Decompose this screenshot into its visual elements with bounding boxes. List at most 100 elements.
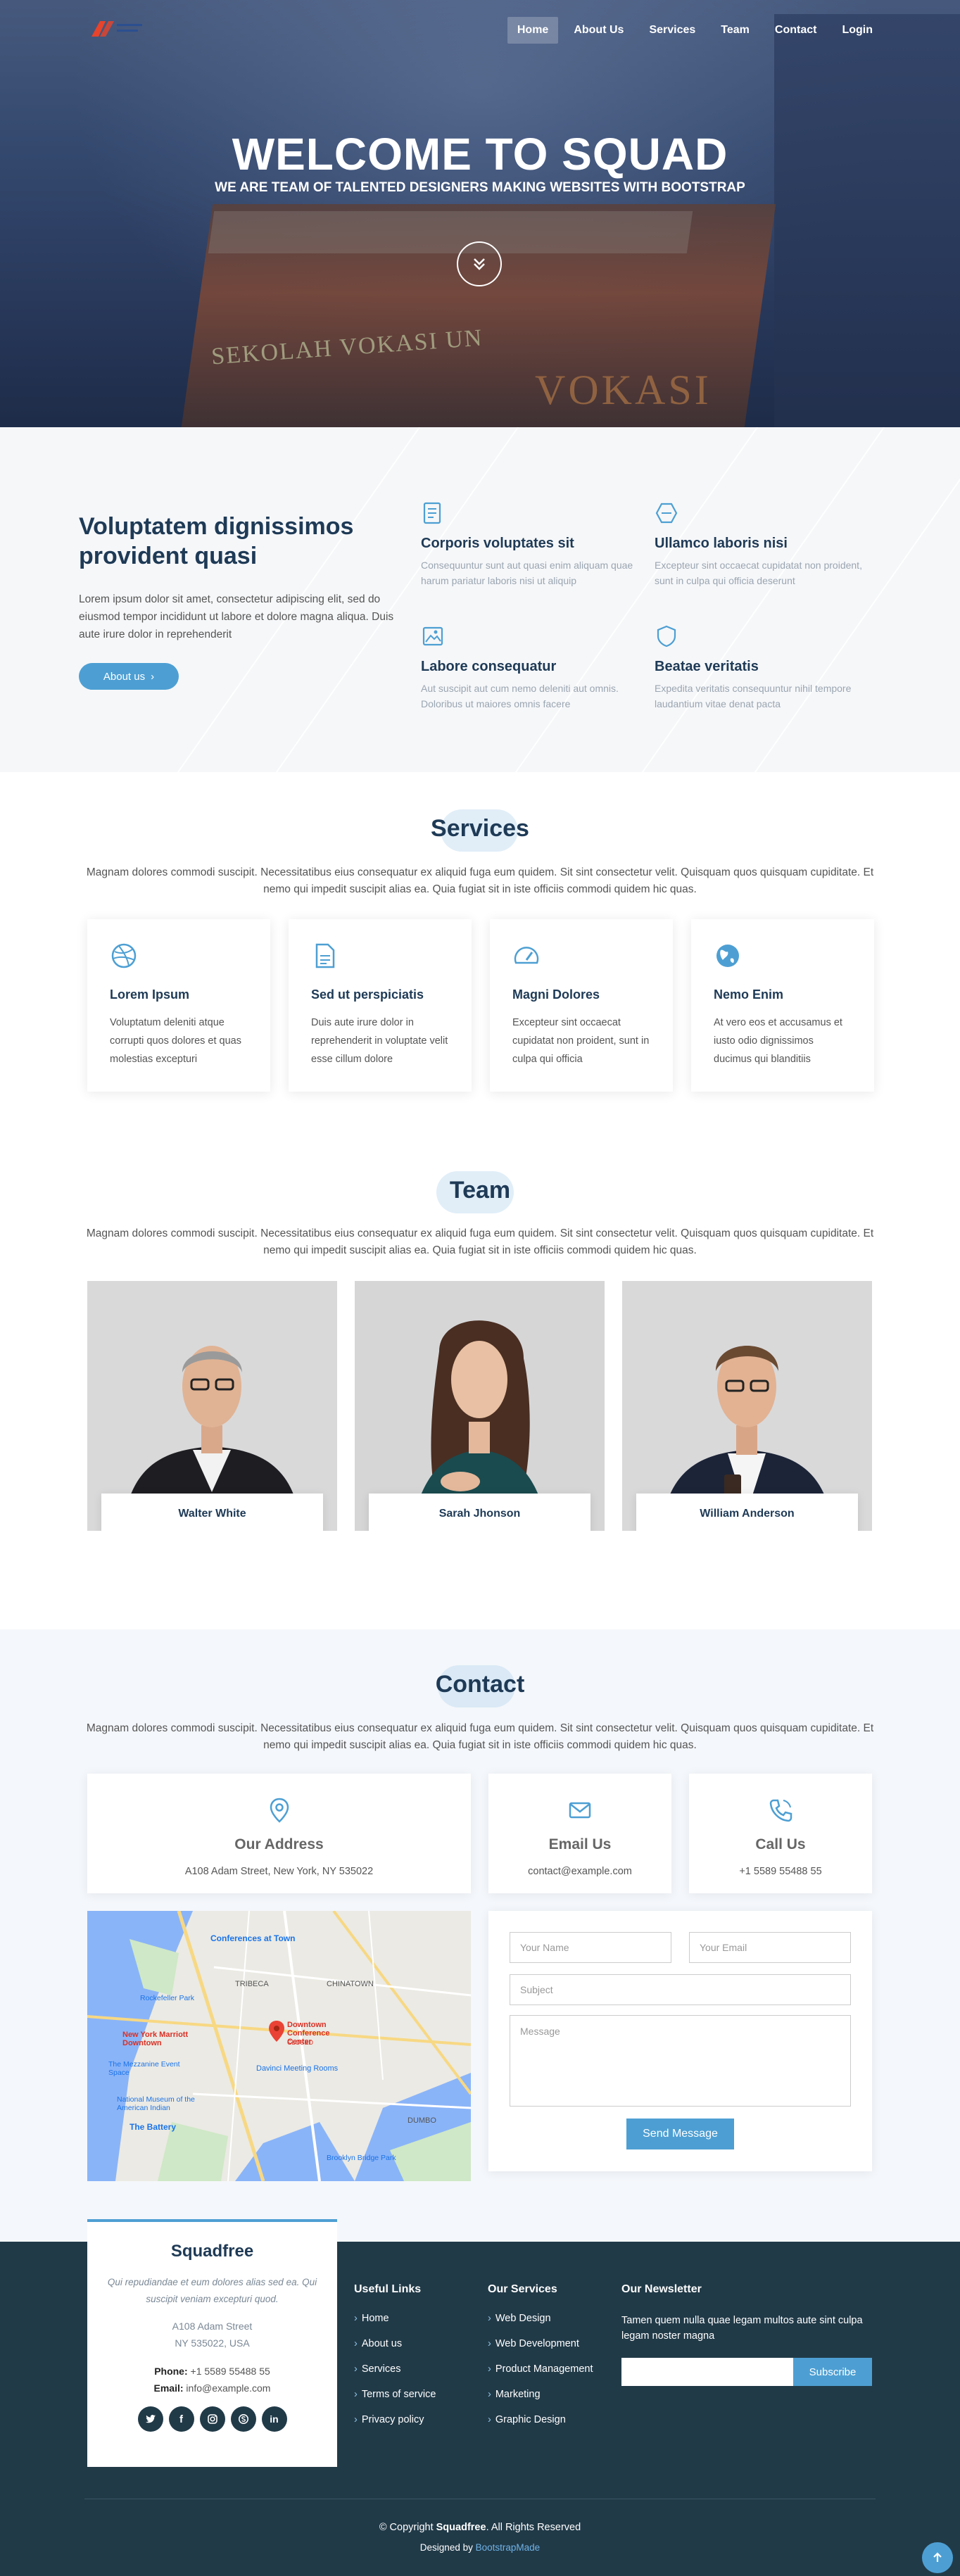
footer-link[interactable]: › Web Development <box>488 2338 593 2349</box>
globe-icon <box>716 945 739 967</box>
linkedin-icon[interactable]: in <box>261 2406 287 2432</box>
footer-link[interactable]: › Privacy policy <box>354 2414 436 2425</box>
footer-link[interactable]: › Product Management <box>488 2363 593 2375</box>
about-us-button[interactable]: About us › <box>79 663 179 690</box>
service-card[interactable]: Sed ut perspiciatis Duis aute irure dolo… <box>289 919 472 1092</box>
service-card[interactable]: Nemo Enim At vero eos et accusamus et iu… <box>691 919 874 1092</box>
map-label: CHINATOWN <box>327 1980 374 1988</box>
service-text: At vero eos et accusamus et iusto odio d… <box>714 1017 842 1065</box>
feature-text: Aut suscipit aut cum nemo deleniti aut o… <box>421 683 619 709</box>
service-card[interactable]: Lorem Ipsum Voluptatum deleniti atque co… <box>87 919 270 1092</box>
footer-link[interactable]: › Web Design <box>488 2313 593 2324</box>
phone-label: Phone: <box>154 2366 188 2377</box>
speedometer-icon <box>514 947 539 964</box>
subject-input[interactable]: Subject <box>510 1974 851 2005</box>
email-value[interactable]: contact@example.com <box>488 1866 671 1877</box>
newsletter-column: Our Newsletter Tamen quem nulla quae leg… <box>621 2283 873 2386</box>
skype-icon[interactable] <box>230 2406 256 2432</box>
twitter-icon[interactable] <box>137 2406 163 2432</box>
chevron-right-icon: › <box>488 2338 491 2349</box>
footer-link[interactable]: › Graphic Design <box>488 2414 593 2425</box>
map-label: The Battery <box>130 2122 177 2132</box>
about-us-button-label: About us <box>103 670 146 683</box>
send-message-button[interactable]: Send Message <box>626 2119 734 2149</box>
about-text: Lorem ipsum dolor sit amet, consectetur … <box>79 593 394 640</box>
address-value: A108 Adam Street, New York, NY 535022 <box>184 1866 374 1877</box>
footer-link-label: Graphic Design <box>495 2414 566 2425</box>
services-title: Services <box>431 815 529 842</box>
facebook-icon[interactable]: f <box>168 2406 194 2432</box>
service-text: Duis aute irure dolor in reprehenderit i… <box>311 1017 448 1065</box>
useful-links-column: Useful Links › Home › About us › Services ›… <box>354 2283 436 2439</box>
team-member[interactable]: Sarah Jhonson Product Manager <box>355 1281 605 1531</box>
service-title: Sed ut perspiciatis <box>311 987 424 1002</box>
footer-link-label: Marketing <box>495 2389 541 2400</box>
nav-contact[interactable]: Contact <box>765 17 827 44</box>
team-member[interactable]: Walter White Chief Executive Officer <box>87 1281 337 1531</box>
subscribe-button[interactable]: Subscribe <box>793 2358 872 2386</box>
instagram-icon[interactable] <box>199 2406 225 2432</box>
phone-number[interactable]: +1 5589 55488 55 <box>191 2366 270 2377</box>
service-text: Voluptatum deleniti atque corrupti quos … <box>110 1017 241 1065</box>
designer-link[interactable]: BootstrapMade <box>476 2542 541 2553</box>
double-chevron-down-icon <box>474 258 485 270</box>
about-title: Voluptatem dignissimos provident quasi <box>79 513 354 569</box>
message-textarea[interactable]: Message <box>510 2015 851 2107</box>
footer-link-label: Web Design <box>495 2313 551 2324</box>
map-label: DUMBO <box>408 2116 436 2125</box>
chevron-right-icon: › <box>354 2389 358 2400</box>
footer-link[interactable]: › Home <box>354 2313 436 2324</box>
email-input[interactable]: Your Email <box>689 1932 851 1963</box>
email-address[interactable]: info@example.com <box>186 2382 270 2394</box>
envelope-icon <box>569 1802 591 1819</box>
our-services-column: Our Services › Web Design › Web Developmen… <box>488 2283 593 2439</box>
chevron-right-icon: › <box>354 2313 358 2324</box>
feature-text: Expedita veritatis consequuntur nihil te… <box>655 683 852 709</box>
email-label: Email: <box>153 2382 184 2394</box>
nav-about[interactable]: About Us <box>564 17 633 44</box>
address-box: Our Address A108 Adam Street, New York, … <box>87 1774 471 1893</box>
location-map[interactable]: Conferences at Town TRIBECA CHINATOWN Ne… <box>87 1911 471 2181</box>
team-description: Magnam dolores commodi suscipit. Necessi… <box>86 1227 874 1256</box>
feature-title: Ullamco laboris nisi <box>655 536 788 551</box>
footer-brand-box: Squadfree Qui repudiandae et eum dolores… <box>87 2219 337 2467</box>
brand-logo[interactable] <box>90 18 146 39</box>
nav-team[interactable]: Team <box>711 17 759 44</box>
hero-overlay <box>0 0 960 427</box>
nav-home[interactable]: Home <box>507 17 559 44</box>
service-card[interactable]: Magni Dolores Excepteur sint occaecat cu… <box>490 919 673 1092</box>
team-member[interactable]: William Anderson CTO <box>622 1281 872 1531</box>
map-label: The Mezzanine Event Space <box>108 2060 180 2077</box>
hero-subtitle: WE ARE TEAM OF TALENTED DESIGNERS MAKING… <box>215 180 745 195</box>
newsletter-email-input[interactable] <box>621 2358 793 2386</box>
footer-link[interactable]: › Marketing <box>488 2389 593 2400</box>
scroll-down-button[interactable] <box>457 241 502 286</box>
dribbble-icon <box>111 943 137 968</box>
copyright-brand: Squadfree <box>436 2522 486 2533</box>
copyright: © Copyright Squadfree. All Rights Reserv… <box>0 2522 960 2533</box>
about-feature: Labore consequatur Aut suscipit aut cum … <box>421 624 639 712</box>
map-pin-icon <box>270 1798 289 1823</box>
main-nav: Home About Us Services Team Contact Logi… <box>507 17 883 44</box>
newsletter-text: Tamen quem nulla quae legam multos aute … <box>621 2315 863 2342</box>
nav-login[interactable]: Login <box>832 17 883 44</box>
social-links: f in <box>87 2406 337 2432</box>
useful-links-title: Useful Links <box>354 2283 422 2295</box>
nav-services[interactable]: Services <box>639 17 705 44</box>
footer-link-label: Home <box>361 2313 389 2324</box>
phone-value[interactable]: +1 5589 55488 55 <box>689 1866 872 1877</box>
name-input[interactable]: Your Name <box>510 1932 671 1963</box>
footer-link[interactable]: › Terms of service <box>354 2389 436 2400</box>
footer-link[interactable]: › About us <box>354 2338 436 2349</box>
feature-title: Corporis voluptates sit <box>421 536 574 551</box>
back-to-top-button[interactable] <box>922 2542 953 2573</box>
map-label: National Museum of the American Indian <box>117 2095 195 2112</box>
address-line2: NY 535022, USA <box>175 2337 250 2349</box>
map-marker-icon[interactable] <box>269 2021 284 2042</box>
footer-link[interactable]: › Services <box>354 2363 436 2375</box>
map-label: New York Marriott Downtown <box>122 2031 189 2047</box>
email-box: Email Us contact@example.com <box>488 1774 671 1893</box>
footer-link-label: Web Development <box>495 2338 579 2349</box>
copyright-prefix: © Copyright <box>379 2522 434 2533</box>
map-label: Rockefeller Park <box>140 1994 195 2002</box>
